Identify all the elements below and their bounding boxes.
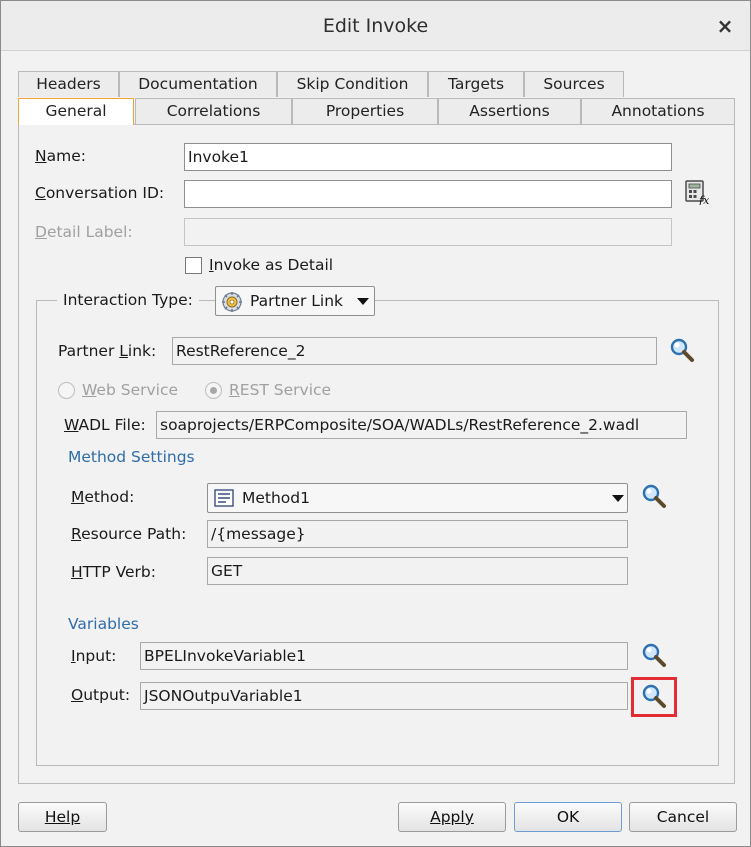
title-bar: Edit Invoke × xyxy=(1,1,750,51)
rest-service-radio xyxy=(205,382,222,399)
wadl-file-value: soaprojects/ERPComposite/SOA/WADLs/RestR… xyxy=(160,416,640,434)
conversation-id-field[interactable] xyxy=(184,180,672,208)
tab-annotations[interactable]: Annotations xyxy=(581,98,735,124)
partner-link-gear-icon xyxy=(222,292,242,312)
tab-skip-condition[interactable]: Skip Condition xyxy=(277,71,428,97)
search-icon[interactable] xyxy=(641,642,667,668)
tab-correlations[interactable]: Correlations xyxy=(135,98,292,124)
name-field[interactable]: Invoke1 xyxy=(184,143,672,171)
chevron-down-icon xyxy=(612,495,624,502)
svg-text:fx: fx xyxy=(698,194,710,205)
partner-link-field[interactable]: RestReference_2 xyxy=(172,337,657,365)
output-label: Output: xyxy=(71,686,131,704)
apply-button[interactable]: Apply xyxy=(398,802,506,832)
tab-assertions[interactable]: Assertions xyxy=(438,98,581,124)
interaction-type-value: Partner Link xyxy=(250,292,343,310)
apply-button-label: Apply xyxy=(430,808,474,826)
resource-path-field[interactable]: /{message} xyxy=(207,520,628,548)
tab-headers[interactable]: Headers xyxy=(18,71,119,97)
search-icon[interactable] xyxy=(669,337,695,363)
tab-general[interactable]: General xyxy=(18,98,134,125)
partner-link-label: Partner Link: xyxy=(58,342,157,360)
rest-service-label: REST Service xyxy=(229,381,332,399)
http-verb-label: HTTP Verb: xyxy=(71,563,156,581)
invoke-as-detail-label: Invoke as Detail xyxy=(209,256,334,274)
wadl-file-label: WADL File: xyxy=(64,416,146,434)
cancel-button[interactable]: Cancel xyxy=(629,802,737,832)
variables-heading: Variables xyxy=(68,615,139,633)
ok-button[interactable]: OK xyxy=(514,802,622,832)
expression-builder-icon[interactable]: fx xyxy=(684,179,710,205)
search-icon[interactable] xyxy=(641,483,667,509)
method-settings-heading: Method Settings xyxy=(68,448,195,466)
resource-path-label: Resource Path: xyxy=(71,525,187,543)
detail-label-label: Detail Label: xyxy=(35,223,133,241)
dialog-title: Edit Invoke xyxy=(322,15,429,37)
tab-sources[interactable]: Sources xyxy=(524,71,624,97)
search-icon[interactable] xyxy=(641,683,667,709)
interaction-type-dropdown[interactable]: Partner Link xyxy=(215,286,375,316)
invoke-as-detail-checkbox[interactable] xyxy=(185,257,202,274)
output-variable-field[interactable]: JSONOutpuVariable1 xyxy=(140,682,628,710)
tab-properties[interactable]: Properties xyxy=(292,98,438,124)
help-button[interactable]: Help xyxy=(18,802,107,832)
method-dropdown[interactable]: Method1 xyxy=(207,483,628,513)
chevron-down-icon xyxy=(357,298,369,305)
edit-invoke-dialog: Edit Invoke × Headers Documentation Skip… xyxy=(0,0,751,847)
tab-targets[interactable]: Targets xyxy=(428,71,524,97)
detail-label-field xyxy=(184,218,672,246)
name-label: Name: xyxy=(35,147,86,165)
web-service-label: Web Service xyxy=(82,381,179,399)
wadl-file-field[interactable]: soaprojects/ERPComposite/SOA/WADLs/RestR… xyxy=(156,411,687,439)
input-variable-field[interactable]: BPELInvokeVariable1 xyxy=(140,642,628,670)
interaction-type-label: Interaction Type: xyxy=(57,291,199,309)
http-verb-field[interactable]: GET xyxy=(207,557,628,585)
help-button-label: Help xyxy=(44,808,81,826)
conversation-id-label: Conversation ID: xyxy=(35,184,165,202)
tab-documentation[interactable]: Documentation xyxy=(119,71,277,97)
method-label: Method: xyxy=(71,488,135,506)
method-value: Method1 xyxy=(242,489,310,507)
close-icon[interactable]: × xyxy=(712,13,738,39)
input-label: Input: xyxy=(71,647,117,665)
web-service-radio xyxy=(58,382,75,399)
method-icon xyxy=(214,489,234,507)
